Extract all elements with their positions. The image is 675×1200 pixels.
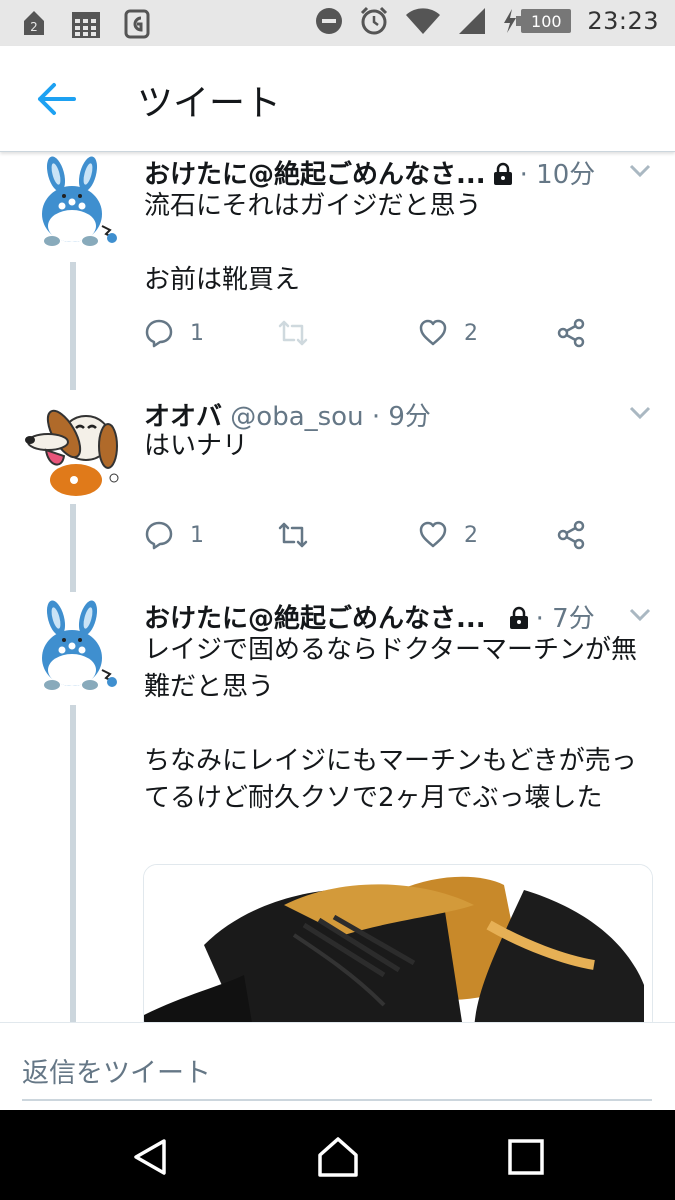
app-bar: ツイート — [0, 46, 675, 152]
alarm-icon — [361, 6, 388, 35]
reply-icon — [145, 521, 173, 550]
reply-count: 1 — [190, 522, 204, 548]
tweet-actions: 1 2 — [144, 520, 644, 556]
notification-badge-icon: 2 — [24, 11, 44, 35]
arrow-left-icon[interactable] — [36, 82, 76, 116]
reply-input[interactable] — [22, 1047, 652, 1101]
tweet-header: おけたに@絶起ごめんなさ... · 7分 — [144, 604, 595, 634]
tweet-time[interactable]: 7分 — [552, 604, 595, 634]
thread-line — [70, 504, 76, 592]
retweet-button[interactable] — [278, 520, 324, 550]
display-name[interactable]: おけたに@絶起ごめんなさ... — [144, 160, 486, 190]
status-bar: 2 100 23:23 — [0, 0, 675, 46]
reply-button[interactable]: 1 — [144, 520, 204, 550]
signal-icon — [459, 8, 486, 34]
azumarill-avatar[interactable] — [24, 156, 120, 252]
tweet-text: レイジで固めるならドクターマーチンが無難だと思う ちなみにレイジにもマーチンもど… — [144, 635, 637, 813]
home-icon[interactable] — [316, 1135, 360, 1179]
battery-charging-icon — [504, 9, 517, 33]
do-not-disturb-icon — [316, 8, 343, 34]
android-nav-bar — [0, 1110, 675, 1200]
like-button[interactable]: 2 — [418, 318, 478, 348]
share-button[interactable] — [556, 520, 586, 550]
lock-icon — [493, 162, 512, 185]
share-icon — [557, 520, 585, 550]
clock: 23:23 — [587, 7, 659, 35]
shoe-illustration — [144, 865, 652, 1022]
like-button[interactable]: 2 — [418, 520, 478, 550]
tweet-time[interactable]: 10分 — [536, 160, 595, 190]
reply-button[interactable]: 1 — [144, 318, 204, 348]
reply-count: 1 — [190, 320, 204, 346]
like-count: 2 — [464, 320, 478, 346]
azumarill-avatar[interactable] — [24, 600, 120, 696]
chevron-down-icon[interactable] — [629, 608, 651, 622]
retweet-button[interactable] — [278, 318, 324, 348]
chevron-down-icon[interactable] — [629, 406, 651, 420]
tweet-text: 流石にそれはガイジだと思う お前は靴買え — [144, 191, 482, 295]
dog-avatar[interactable] — [24, 400, 120, 496]
app-icon — [124, 9, 150, 39]
heart-icon — [419, 521, 447, 548]
reply-icon — [145, 319, 173, 348]
like-count: 2 — [464, 522, 478, 548]
thread-line — [70, 262, 76, 390]
wifi-icon — [406, 8, 441, 34]
chevron-down-icon[interactable] — [629, 164, 651, 178]
black-leather-shoes-image[interactable] — [143, 864, 653, 1022]
tweet-text: はいナリ — [144, 431, 249, 461]
heart-icon — [419, 319, 447, 346]
back-triangle-icon[interactable] — [128, 1135, 172, 1179]
tweet-header: おけたに@絶起ごめんなさ... · 10分 — [144, 160, 596, 190]
recents-icon[interactable] — [504, 1135, 548, 1179]
retweet-icon — [278, 522, 308, 548]
svg-text:2: 2 — [30, 20, 38, 34]
reply-composer — [0, 1022, 675, 1110]
display-name[interactable]: おけたに@絶起ごめんなさ... — [144, 604, 486, 634]
retweet-icon — [278, 320, 308, 346]
battery-level: 100 — [516, 9, 572, 33]
page-title: ツイート — [137, 83, 282, 124]
share-button[interactable] — [556, 318, 586, 348]
calendar-icon — [72, 12, 100, 38]
tweet-actions: 1 2 — [144, 318, 644, 354]
tweet-thread: おけたに@絶起ごめんなさ... · 10分 流石にそれはガイジだと思う お前は靴買… — [0, 152, 675, 1022]
lock-icon — [509, 606, 528, 629]
thread-line — [70, 705, 76, 1022]
share-icon — [557, 318, 585, 348]
